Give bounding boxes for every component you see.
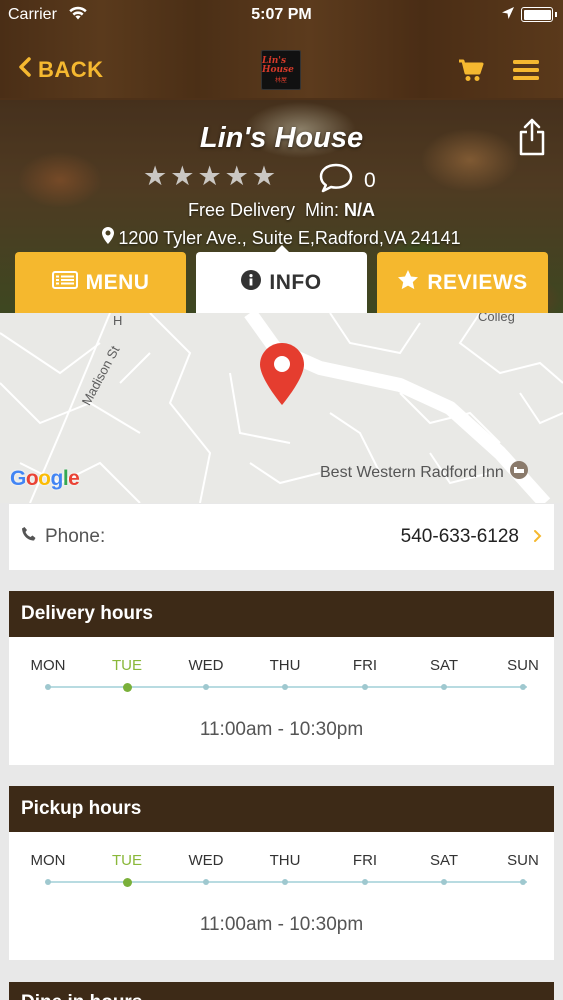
- timeline-dot: [362, 684, 368, 690]
- street-label: Colleg: [478, 313, 515, 324]
- timeline-dot: [441, 879, 447, 885]
- location-map[interactable]: Madison St H Colleg Google Best Western …: [0, 313, 563, 503]
- address-text: 1200 Tyler Ave., Suite E,Radford,VA 2414…: [118, 227, 461, 248]
- day-fri[interactable]: FRI: [335, 657, 395, 674]
- map-pin-icon[interactable]: [260, 343, 304, 410]
- restaurant-logo: Lin's House 林屋: [261, 50, 301, 90]
- delivery-hours-card: Delivery hours MON TUE WED THU FRI SAT S…: [9, 591, 554, 765]
- rating-stars[interactable]: ★ ★ ★ ★ ★: [143, 162, 276, 190]
- timeline-dot: [203, 684, 209, 690]
- hamburger-menu-button[interactable]: [513, 59, 539, 86]
- timeline-dot: [282, 684, 288, 690]
- delivery-hours-title: Delivery hours: [9, 591, 554, 637]
- day-sun[interactable]: SUN: [493, 657, 553, 674]
- day-thu[interactable]: THU: [255, 852, 315, 869]
- star-icon: ★: [197, 161, 222, 191]
- min-label: Min:: [305, 200, 340, 220]
- timeline-dot: [362, 879, 368, 885]
- logo-text: Lin's House: [262, 55, 294, 75]
- hotel-icon: [509, 461, 528, 484]
- review-count-value: 0: [364, 169, 376, 192]
- delivery-info: Free Delivery Min: N/A: [0, 200, 563, 221]
- tab-reviews[interactable]: REVIEWS: [377, 252, 548, 313]
- battery-icon: [521, 7, 557, 22]
- street-label: H: [113, 313, 123, 328]
- star-icon: ★: [251, 161, 277, 191]
- timeline-dot: [282, 879, 288, 885]
- pickup-hours-value: 11:00am - 10:30pm: [199, 914, 364, 935]
- tab-info-label: INFO: [269, 270, 322, 294]
- day-tue[interactable]: TUE: [97, 852, 157, 869]
- cart-button[interactable]: [458, 59, 484, 88]
- status-bar: Carrier 5:07 PM: [0, 0, 563, 30]
- back-button[interactable]: BACK: [18, 57, 104, 83]
- pickup-hours-title: Pickup hours: [9, 786, 554, 832]
- tab-info[interactable]: INFO: [196, 245, 367, 313]
- day-mon[interactable]: MON: [18, 852, 78, 869]
- dine-in-hours-header: Dine in hours: [9, 982, 554, 1000]
- day-sat[interactable]: SAT: [414, 852, 474, 869]
- min-value: N/A: [344, 200, 376, 220]
- google-logo: Google: [10, 467, 80, 490]
- top-header: Carrier 5:07 PM BACK Lin's House 林屋: [0, 0, 563, 108]
- phone-row[interactable]: Phone: 540-633-6128: [9, 504, 554, 570]
- info-circle-icon: [241, 269, 262, 296]
- map-poi: Best Western Radford Inn: [320, 461, 528, 484]
- cart-icon: [458, 59, 484, 87]
- back-label: BACK: [38, 57, 104, 82]
- delivery-text: Free Delivery: [187, 200, 295, 220]
- phone-label: Phone:: [45, 526, 106, 547]
- nav-bar: BACK Lin's House 林屋: [0, 45, 563, 97]
- day-mon[interactable]: MON: [18, 657, 78, 674]
- restaurant-tabs: MENU INFO REVIEWS: [15, 245, 548, 313]
- day-thu[interactable]: THU: [255, 657, 315, 674]
- logo-subtext: 林屋: [274, 77, 287, 84]
- day-fri[interactable]: FRI: [335, 852, 395, 869]
- menu-card-icon: [51, 270, 78, 295]
- chevron-right-icon: [533, 527, 542, 548]
- comment-bubble-icon: [318, 162, 354, 200]
- timeline-dot: [520, 684, 526, 690]
- delivery-days-timeline: MON TUE WED THU FRI SAT SUN: [9, 637, 554, 707]
- hamburger-menu-icon: [513, 60, 539, 85]
- timeline-dot: [441, 684, 447, 690]
- pickup-hours-card: Pickup hours MON TUE WED THU FRI SAT SUN…: [9, 786, 554, 960]
- star-icon: ★: [224, 161, 249, 191]
- timeline-dot: [520, 879, 526, 885]
- phone-icon: [21, 526, 37, 548]
- timeline-dot: [203, 879, 209, 885]
- share-icon: [518, 118, 546, 160]
- tab-menu-label: MENU: [85, 270, 150, 294]
- day-wed[interactable]: WED: [176, 852, 236, 869]
- star-icon: ★: [143, 161, 168, 191]
- star-icon: ★: [170, 161, 195, 191]
- timeline-dot-active: [122, 682, 132, 692]
- map-pin-icon: [102, 227, 115, 249]
- timeline-dot: [45, 879, 51, 885]
- day-sat[interactable]: SAT: [414, 657, 474, 674]
- timeline-dot-active: [122, 877, 132, 887]
- clock: 5:07 PM: [251, 6, 312, 23]
- day-sun[interactable]: SUN: [493, 852, 553, 869]
- poi-label: Best Western Radford Inn: [320, 463, 504, 481]
- star-icon: [397, 269, 419, 296]
- location-arrow-icon: [501, 6, 515, 25]
- share-button[interactable]: [518, 118, 546, 161]
- tab-reviews-label: REVIEWS: [427, 270, 528, 294]
- restaurant-hero: Lin's House ★ ★ ★ ★ ★ 0 Free Delivery Mi…: [0, 100, 563, 313]
- chevron-left-icon: [18, 57, 32, 83]
- delivery-hours-value: 11:00am - 10:30pm: [199, 719, 364, 740]
- tab-menu[interactable]: MENU: [15, 252, 186, 313]
- pickup-days-timeline: MON TUE WED THU FRI SAT SUN: [9, 832, 554, 902]
- day-tue[interactable]: TUE: [97, 657, 157, 674]
- day-wed[interactable]: WED: [176, 657, 236, 674]
- phone-number[interactable]: 540-633-6128: [401, 526, 519, 548]
- restaurant-name: Lin's House: [199, 122, 364, 154]
- review-count[interactable]: 0: [318, 162, 376, 200]
- timeline-dot: [45, 684, 51, 690]
